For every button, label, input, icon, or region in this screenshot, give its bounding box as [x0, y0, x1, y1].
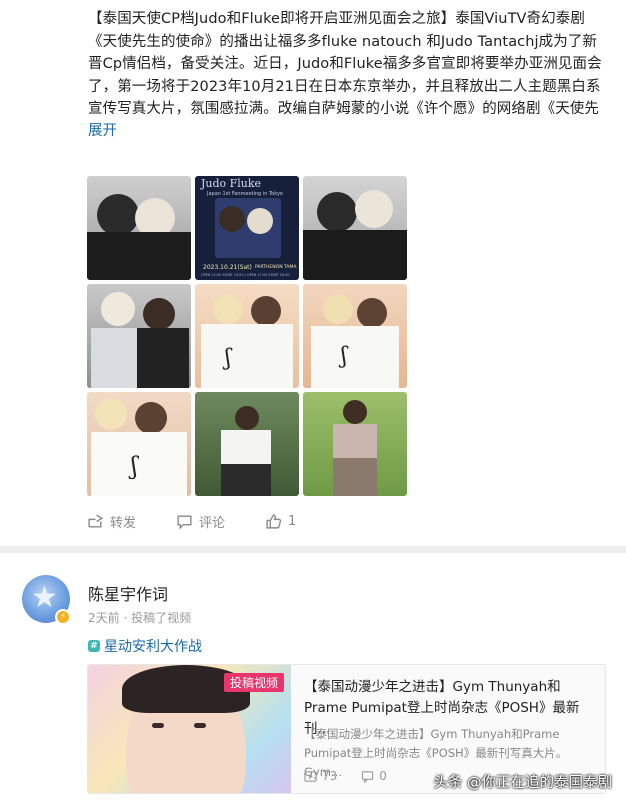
photo-9[interactable] — [303, 392, 407, 496]
photo-2-event-poster[interactable]: Judo Fluke Japan 1st Fanmeeting in Tokyo… — [195, 176, 299, 280]
photo-grid: Judo Fluke Japan 1st Fanmeeting in Tokyo… — [87, 176, 408, 496]
watermark: 头条 @你正在追的泰国泰剧 — [433, 775, 612, 791]
photo-7[interactable]: ʃ — [87, 392, 191, 496]
play-icon — [304, 770, 317, 782]
comment-count-icon — [362, 770, 374, 783]
photo-4[interactable] — [87, 284, 191, 388]
post-meta: 2天前 · 投稿了视频 — [88, 611, 192, 625]
post-divider — [0, 546, 626, 553]
post-text: 【泰国天使CP档Judo和Fluke即将开启亚洲见面会之旅】泰国ViuTV奇幻泰… — [88, 11, 602, 117]
photo-6[interactable]: ʃ — [303, 284, 407, 388]
topic-hash-icon: # — [88, 640, 100, 652]
like-button[interactable]: 1 — [265, 513, 296, 530]
video-tag: 投稿视频 — [224, 673, 285, 692]
comment-button[interactable]: 评论 — [176, 512, 225, 531]
verified-badge-icon: ⚡ — [55, 609, 71, 625]
share-button[interactable]: 转发 — [87, 512, 136, 531]
video-thumbnail[interactable]: 投稿视频 — [88, 665, 291, 793]
photo-3[interactable] — [303, 176, 407, 280]
photo-8[interactable] — [195, 392, 299, 496]
video-stats: 73 0 — [304, 769, 387, 783]
comment-count: 0 — [361, 769, 387, 783]
share-label: 转发 — [110, 515, 137, 531]
poster-venue: PARTHENON TAMA — [255, 265, 297, 270]
like-icon — [266, 513, 282, 529]
comment-label: 评论 — [199, 515, 226, 531]
topic-link[interactable]: # 星动安利大作战 — [88, 636, 202, 656]
photo-5[interactable]: ʃ — [195, 284, 299, 388]
post-card: 【泰国天使CP档Judo和Fluke即将开启亚洲见面会之旅】泰国ViuTV奇幻泰… — [0, 0, 626, 546]
play-count: 73 — [304, 769, 337, 783]
post-body: 【泰国天使CP档Judo和Fluke即将开启亚洲见面会之旅】泰国ViuTV奇幻泰… — [88, 8, 608, 142]
like-count: 1 — [288, 513, 297, 529]
expand-link[interactable]: 展开 — [88, 120, 608, 142]
star-avatar-icon: ★ — [31, 580, 58, 615]
poster-date: 2023.10.21(Sat) — [203, 264, 252, 271]
poster-subheading: Japan 1st Fanmeeting in Tokyo — [207, 191, 283, 197]
play-count-value: 73 — [322, 769, 338, 783]
poster-heading: Judo Fluke — [201, 177, 262, 190]
comment-count-value: 0 — [379, 769, 387, 783]
post-actions: 转发 评论 1 — [87, 510, 336, 532]
topic-label: 星动安利大作战 — [104, 639, 202, 655]
photo-1[interactable] — [87, 176, 191, 280]
poster-times: OPEN 12:00 START 13:00 / OPEN 17:00 STAR… — [201, 273, 290, 277]
share-icon — [88, 514, 104, 528]
author-name[interactable]: 陈星宇作词 — [88, 581, 168, 605]
comment-icon — [177, 514, 192, 530]
